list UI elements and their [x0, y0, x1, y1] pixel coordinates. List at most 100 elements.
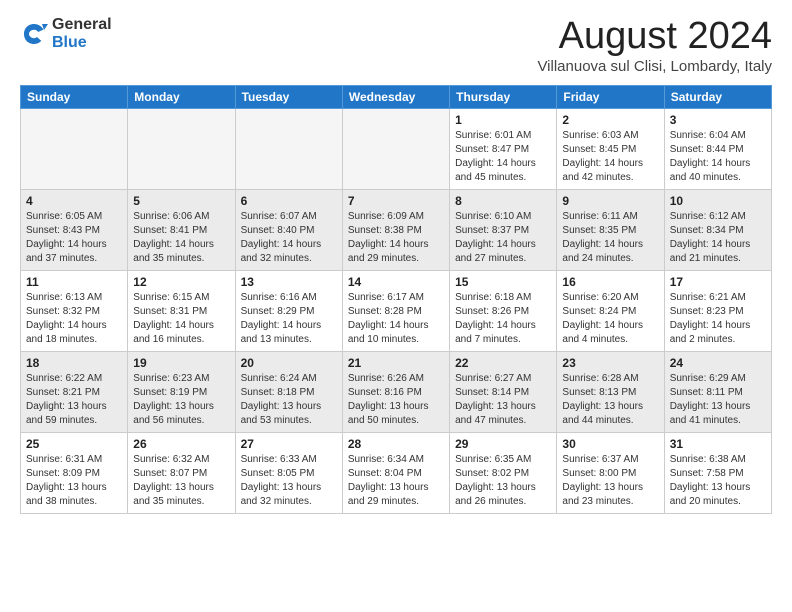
calendar-cell: 25Sunrise: 6:31 AM Sunset: 8:09 PM Dayli… — [21, 432, 128, 513]
calendar-week-row: 25Sunrise: 6:31 AM Sunset: 8:09 PM Dayli… — [21, 432, 772, 513]
location: Villanuova sul Clisi, Lombardy, Italy — [537, 58, 772, 75]
calendar: SundayMondayTuesdayWednesdayThursdayFrid… — [20, 85, 772, 514]
weekday-header: Tuesday — [235, 85, 342, 108]
day-info: Sunrise: 6:07 AM Sunset: 8:40 PM Dayligh… — [241, 210, 337, 266]
day-info: Sunrise: 6:21 AM Sunset: 8:23 PM Dayligh… — [670, 291, 766, 347]
calendar-cell: 21 Sunrise: 6:26 AM Sunset: 8:16 PM Dayli… — [342, 351, 449, 432]
day-info: Sunrise: 6:17 AM Sunset: 8:28 PM Dayligh… — [348, 291, 444, 347]
calendar-cell: 2 Sunrise: 6:03 AM Sunset: 8:45 PM Daylig… — [557, 108, 664, 189]
calendar-week-row: 1 Sunrise: 6:01 AM Sunset: 8:47 PM Daylig… — [21, 108, 772, 189]
day-number: 6 — [241, 194, 337, 208]
calendar-cell: 14 Sunrise: 6:17 AM Sunset: 8:28 PM Dayli… — [342, 270, 449, 351]
calendar-cell: 22Sunrise: 6:27 AM Sunset: 8:14 PM Dayli… — [450, 351, 557, 432]
day-number: 31 — [670, 437, 766, 451]
calendar-cell: 8Sunrise: 6:10 AM Sunset: 8:37 PM Daylig… — [450, 189, 557, 270]
weekday-header: Monday — [128, 85, 235, 108]
day-info: Sunrise: 6:35 AM Sunset: 8:02 PM Dayligh… — [455, 453, 551, 509]
weekday-header: Saturday — [664, 85, 771, 108]
calendar-cell: 20 Sunrise: 6:24 AM Sunset: 8:18 PM Dayli… — [235, 351, 342, 432]
day-number: 26 — [133, 437, 229, 451]
day-info: Sunrise: 6:18 AM Sunset: 8:26 PM Dayligh… — [455, 291, 551, 347]
day-info: Sunrise: 6:04 AM Sunset: 8:44 PM Dayligh… — [670, 129, 766, 185]
day-info: Sunrise: 6:01 AM Sunset: 8:47 PM Dayligh… — [455, 129, 551, 185]
logo-text: General Blue — [52, 16, 112, 51]
calendar-cell — [342, 108, 449, 189]
calendar-cell: 17 Sunrise: 6:21 AM Sunset: 8:23 PM Dayli… — [664, 270, 771, 351]
day-info: Sunrise: 6:16 AM Sunset: 8:29 PM Dayligh… — [241, 291, 337, 347]
logo-icon — [20, 20, 48, 48]
day-number: 15 — [455, 275, 551, 289]
calendar-cell: 18 Sunrise: 6:22 AM Sunset: 8:21 PM Dayli… — [21, 351, 128, 432]
day-number: 11 — [26, 275, 122, 289]
day-number: 14 — [348, 275, 444, 289]
month-title: August 2024 — [537, 16, 772, 58]
day-info: Sunrise: 6:37 AM Sunset: 8:00 PM Dayligh… — [562, 453, 658, 509]
day-number: 22 — [455, 356, 551, 370]
day-info: Sunrise: 6:11 AM Sunset: 8:35 PM Dayligh… — [562, 210, 658, 266]
day-number: 20 — [241, 356, 337, 370]
day-number: 16 — [562, 275, 658, 289]
day-info: Sunrise: 6:23 AM Sunset: 8:19 PM Dayligh… — [133, 372, 229, 428]
day-number: 12 — [133, 275, 229, 289]
weekday-header: Thursday — [450, 85, 557, 108]
weekday-header: Friday — [557, 85, 664, 108]
calendar-cell — [235, 108, 342, 189]
day-info: Sunrise: 6:12 AM Sunset: 8:34 PM Dayligh… — [670, 210, 766, 266]
calendar-cell: 28Sunrise: 6:34 AM Sunset: 8:04 PM Dayli… — [342, 432, 449, 513]
calendar-cell: 23Sunrise: 6:28 AM Sunset: 8:13 PM Dayli… — [557, 351, 664, 432]
calendar-cell: 7Sunrise: 6:09 AM Sunset: 8:38 PM Daylig… — [342, 189, 449, 270]
calendar-cell: 15 Sunrise: 6:18 AM Sunset: 8:26 PM Dayli… — [450, 270, 557, 351]
day-number: 29 — [455, 437, 551, 451]
calendar-cell: 3Sunrise: 6:04 AM Sunset: 8:44 PM Daylig… — [664, 108, 771, 189]
calendar-week-row: 11 Sunrise: 6:13 AM Sunset: 8:32 PM Dayli… — [21, 270, 772, 351]
calendar-cell: 29 Sunrise: 6:35 AM Sunset: 8:02 PM Dayli… — [450, 432, 557, 513]
calendar-cell — [21, 108, 128, 189]
title-block: August 2024 Villanuova sul Clisi, Lombar… — [537, 16, 772, 75]
weekday-header: Wednesday — [342, 85, 449, 108]
calendar-cell: 24Sunrise: 6:29 AM Sunset: 8:11 PM Dayli… — [664, 351, 771, 432]
day-info: Sunrise: 6:29 AM Sunset: 8:11 PM Dayligh… — [670, 372, 766, 428]
day-number: 5 — [133, 194, 229, 208]
day-number: 2 — [562, 113, 658, 127]
day-info: Sunrise: 6:15 AM Sunset: 8:31 PM Dayligh… — [133, 291, 229, 347]
day-info: Sunrise: 6:22 AM Sunset: 8:21 PM Dayligh… — [26, 372, 122, 428]
day-info: Sunrise: 6:33 AM Sunset: 8:05 PM Dayligh… — [241, 453, 337, 509]
day-number: 9 — [562, 194, 658, 208]
day-number: 23 — [562, 356, 658, 370]
day-info: Sunrise: 6:38 AM Sunset: 7:58 PM Dayligh… — [670, 453, 766, 509]
calendar-cell: 6 Sunrise: 6:07 AM Sunset: 8:40 PM Daylig… — [235, 189, 342, 270]
calendar-cell: 4Sunrise: 6:05 AM Sunset: 8:43 PM Daylig… — [21, 189, 128, 270]
day-number: 4 — [26, 194, 122, 208]
day-number: 10 — [670, 194, 766, 208]
day-number: 21 — [348, 356, 444, 370]
day-info: Sunrise: 6:09 AM Sunset: 8:38 PM Dayligh… — [348, 210, 444, 266]
day-number: 28 — [348, 437, 444, 451]
calendar-cell: 26Sunrise: 6:32 AM Sunset: 8:07 PM Dayli… — [128, 432, 235, 513]
page: General Blue August 2024 Villanuova sul … — [0, 0, 792, 612]
calendar-week-row: 4Sunrise: 6:05 AM Sunset: 8:43 PM Daylig… — [21, 189, 772, 270]
calendar-week-row: 18 Sunrise: 6:22 AM Sunset: 8:21 PM Dayli… — [21, 351, 772, 432]
day-number: 13 — [241, 275, 337, 289]
day-info: Sunrise: 6:24 AM Sunset: 8:18 PM Dayligh… — [241, 372, 337, 428]
day-number: 18 — [26, 356, 122, 370]
day-number: 1 — [455, 113, 551, 127]
day-number: 19 — [133, 356, 229, 370]
day-number: 17 — [670, 275, 766, 289]
weekday-header-row: SundayMondayTuesdayWednesdayThursdayFrid… — [21, 85, 772, 108]
calendar-cell: 12 Sunrise: 6:15 AM Sunset: 8:31 PM Dayli… — [128, 270, 235, 351]
day-info: Sunrise: 6:13 AM Sunset: 8:32 PM Dayligh… — [26, 291, 122, 347]
calendar-cell: 5 Sunrise: 6:06 AM Sunset: 8:41 PM Daylig… — [128, 189, 235, 270]
day-info: Sunrise: 6:26 AM Sunset: 8:16 PM Dayligh… — [348, 372, 444, 428]
day-info: Sunrise: 6:10 AM Sunset: 8:37 PM Dayligh… — [455, 210, 551, 266]
logo-general: General — [52, 16, 112, 34]
calendar-cell: 16 Sunrise: 6:20 AM Sunset: 8:24 PM Dayli… — [557, 270, 664, 351]
day-info: Sunrise: 6:20 AM Sunset: 8:24 PM Dayligh… — [562, 291, 658, 347]
calendar-cell: 31 Sunrise: 6:38 AM Sunset: 7:58 PM Dayli… — [664, 432, 771, 513]
calendar-cell: 10 Sunrise: 6:12 AM Sunset: 8:34 PM Dayli… — [664, 189, 771, 270]
day-info: Sunrise: 6:03 AM Sunset: 8:45 PM Dayligh… — [562, 129, 658, 185]
calendar-cell: 19 Sunrise: 6:23 AM Sunset: 8:19 PM Dayli… — [128, 351, 235, 432]
day-info: Sunrise: 6:06 AM Sunset: 8:41 PM Dayligh… — [133, 210, 229, 266]
day-number: 27 — [241, 437, 337, 451]
weekday-header: Sunday — [21, 85, 128, 108]
day-number: 30 — [562, 437, 658, 451]
